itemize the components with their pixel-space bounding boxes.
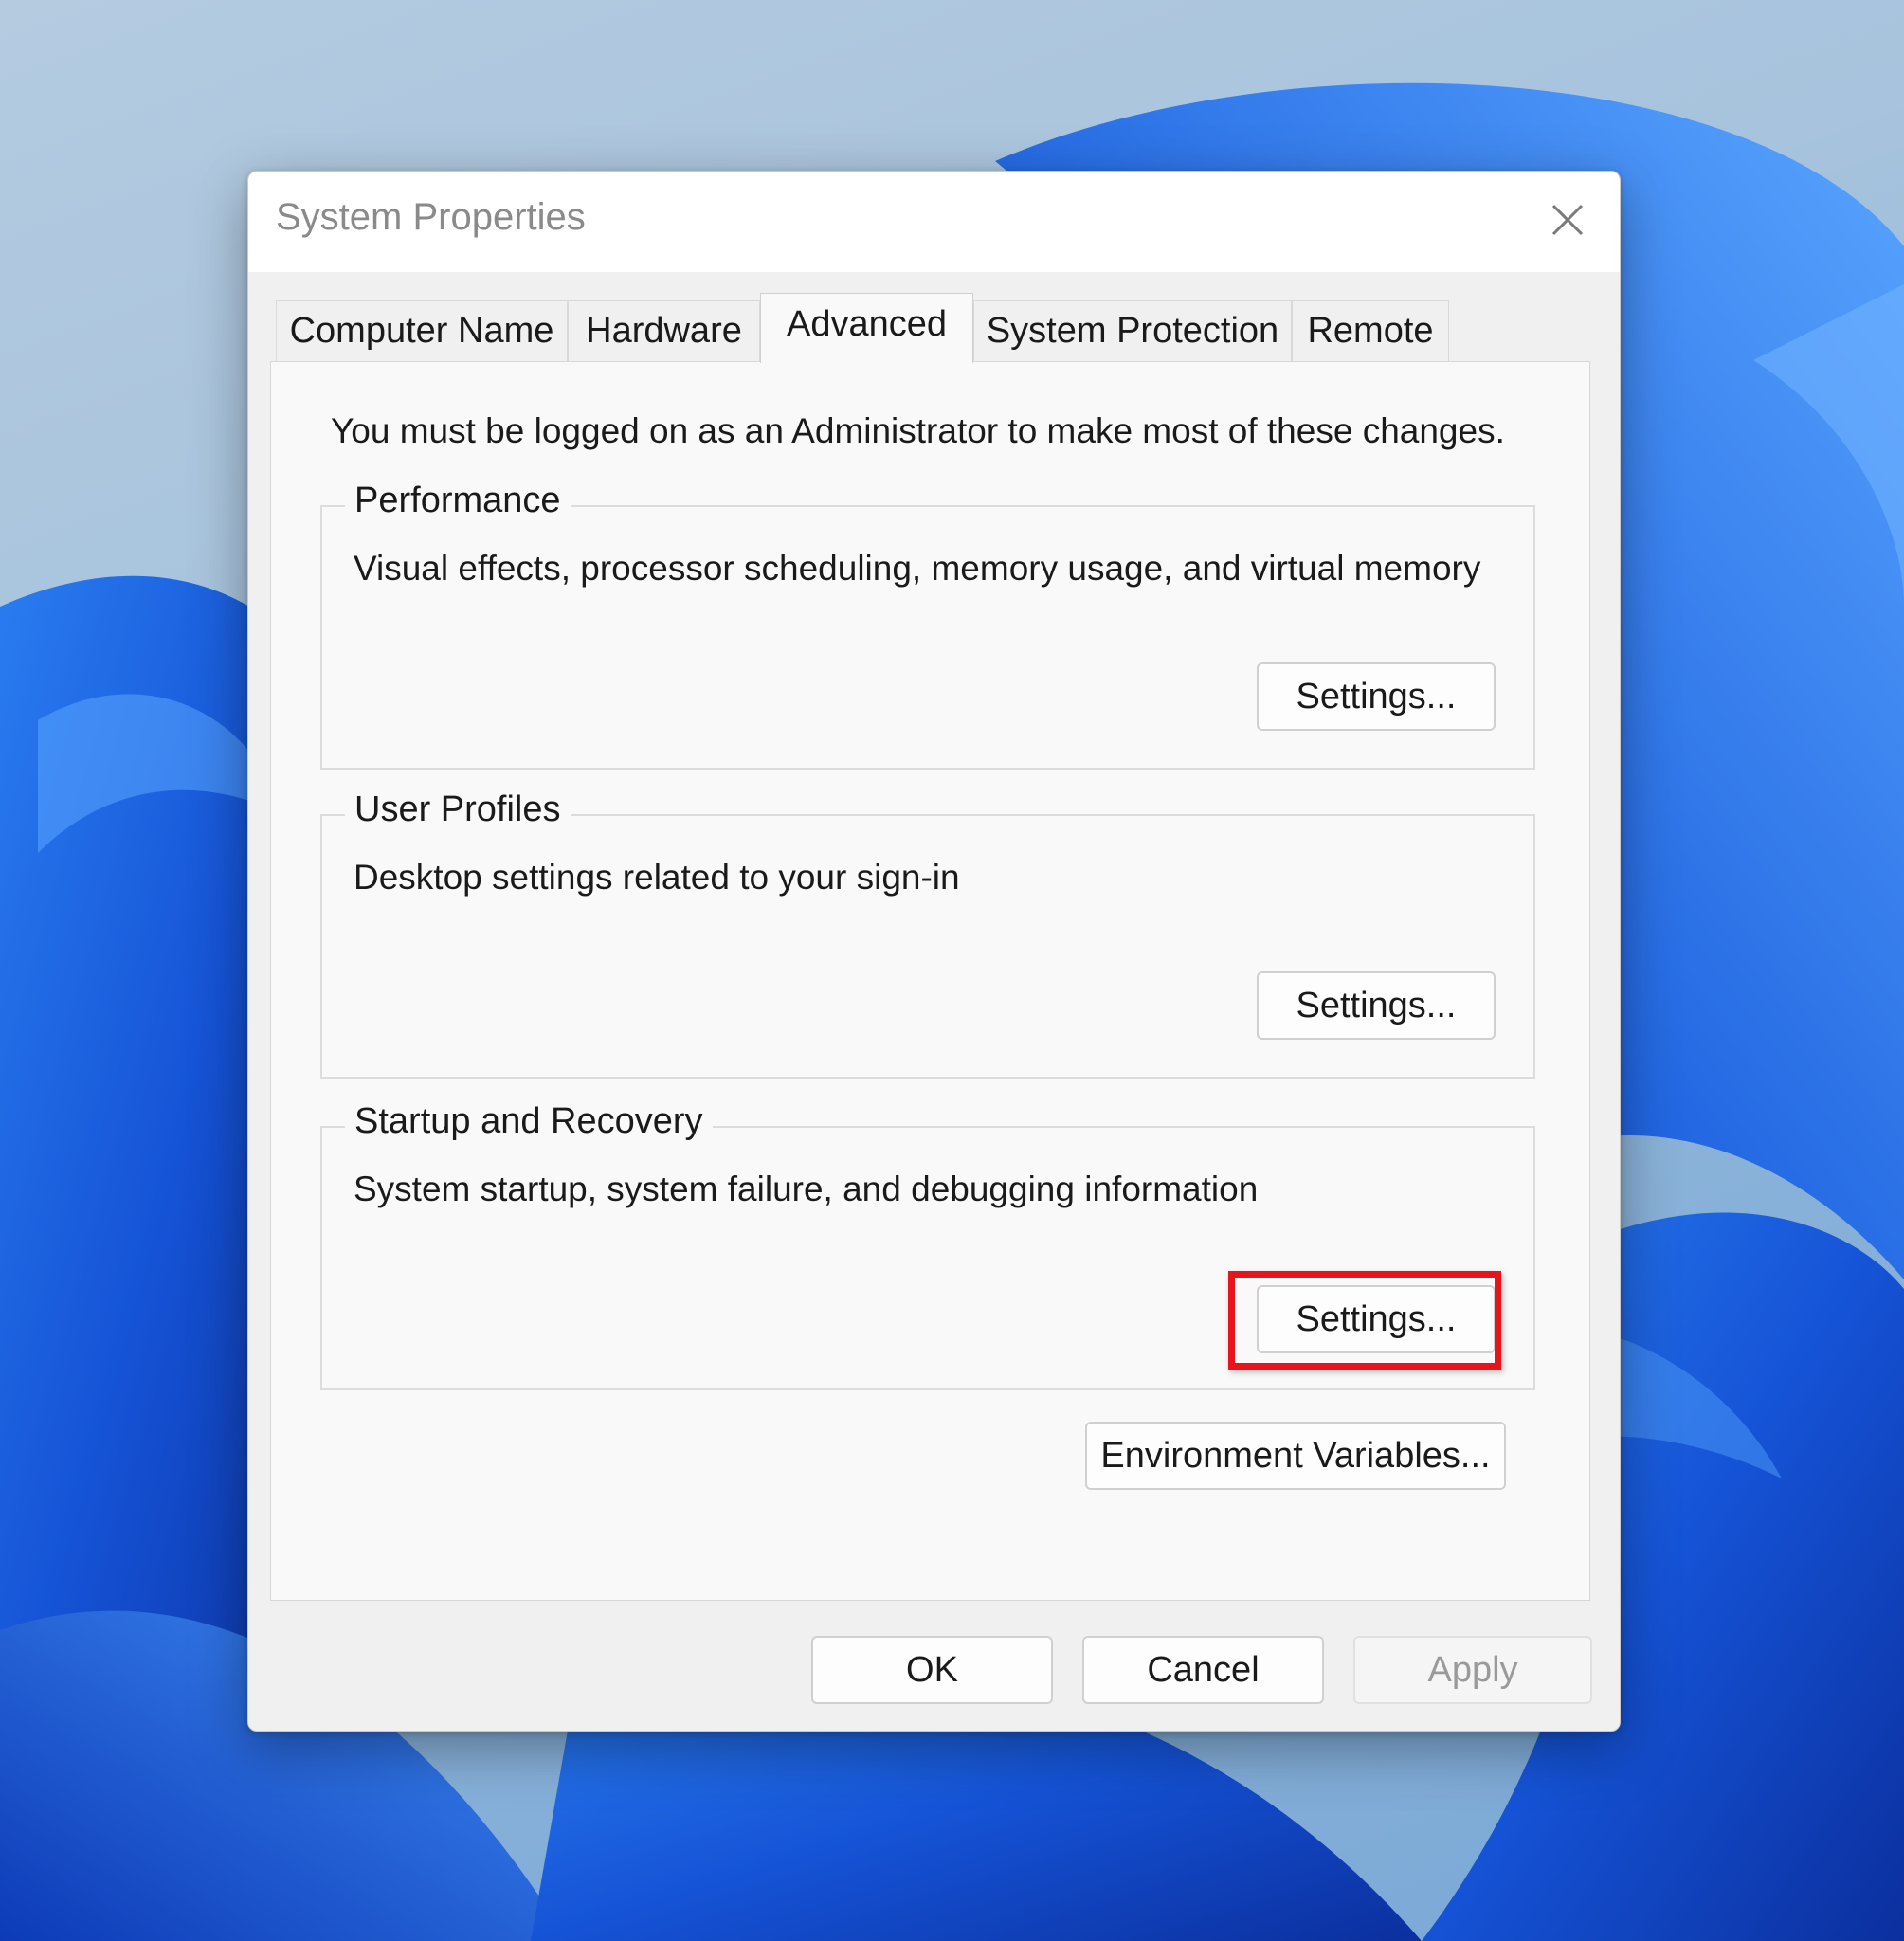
performance-settings-button[interactable]: Settings... [1257, 662, 1496, 731]
user-profiles-group: User Profiles Desktop settings related t… [320, 789, 1535, 1079]
performance-description: Visual effects, processor scheduling, me… [354, 549, 1481, 588]
admin-note: You must be logged on as an Administrato… [331, 411, 1505, 450]
user-profiles-settings-button[interactable]: Settings... [1257, 971, 1496, 1040]
performance-group: Performance Visual effects, processor sc… [320, 481, 1535, 770]
window-title: System Properties [276, 196, 586, 238]
tab-remote[interactable]: Remote [1292, 300, 1449, 361]
environment-variables-button[interactable]: Environment Variables... [1085, 1422, 1506, 1490]
startup-recovery-group-title: Startup and Recovery [345, 1101, 713, 1142]
advanced-tab-panel: You must be logged on as an Administrato… [270, 361, 1590, 1601]
startup-recovery-settings-button[interactable]: Settings... [1257, 1285, 1496, 1353]
user-profiles-group-title: User Profiles [345, 789, 571, 830]
tab-advanced[interactable]: Advanced [760, 293, 973, 363]
cancel-button[interactable]: Cancel [1082, 1636, 1324, 1704]
title-bar[interactable]: System Properties [248, 172, 1620, 272]
tab-hardware[interactable]: Hardware [568, 300, 760, 361]
ok-button[interactable]: OK [811, 1636, 1053, 1704]
apply-button[interactable]: Apply [1353, 1636, 1592, 1704]
startup-recovery-group: Startup and Recovery System startup, sys… [320, 1101, 1535, 1390]
performance-group-title: Performance [345, 481, 571, 521]
tab-system-protection[interactable]: System Protection [973, 300, 1292, 361]
user-profiles-description: Desktop settings related to your sign-in [354, 858, 960, 897]
close-icon [1551, 204, 1584, 236]
startup-recovery-description: System startup, system failure, and debu… [354, 1170, 1259, 1208]
close-button[interactable] [1538, 190, 1597, 249]
tab-computer-name[interactable]: Computer Name [276, 300, 568, 361]
system-properties-dialog: System Properties Computer Name Hardware… [247, 171, 1621, 1732]
